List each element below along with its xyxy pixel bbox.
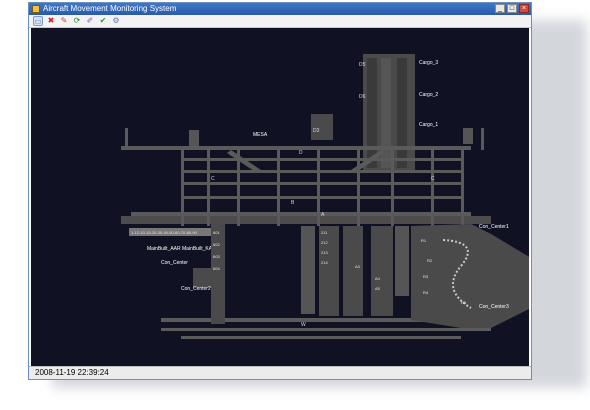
taxiway-b xyxy=(181,196,461,199)
remote-apron xyxy=(411,224,529,328)
stand-604: 604 xyxy=(213,266,220,271)
cargo-label-2: Cargo_2 xyxy=(419,92,438,98)
stand-r5: R5 xyxy=(461,300,467,305)
taxiway-w2 xyxy=(161,328,491,331)
taxiway-c2 xyxy=(181,182,461,185)
con-center3-label: Con_Center3 xyxy=(479,304,509,310)
stand-r4: R4 xyxy=(423,290,429,295)
main-building-label: MainBuilt_AAR MainBuilt_KAL xyxy=(147,246,215,252)
cargo-stand-d5: D5 xyxy=(359,62,366,68)
con-center2-label: Con_Center2 xyxy=(181,286,211,292)
taxiway-label-b: B xyxy=(291,200,295,206)
stand-r1: R1 xyxy=(421,238,427,243)
taxiway-label-d: D xyxy=(299,150,303,156)
taxiway-d xyxy=(121,146,471,150)
cargo-label-1: Cargo_1 xyxy=(419,122,438,128)
left-pier xyxy=(193,268,211,288)
maximize-button[interactable]: □ xyxy=(507,4,517,13)
apron-band xyxy=(121,216,491,224)
airport-map-svg: Cargo_3 Cargo_2 Cargo_1 D5 D6 D3 MESA D … xyxy=(121,54,529,339)
taxiway-label-c2: C xyxy=(431,176,435,182)
edit-icon[interactable]: ✐ xyxy=(85,16,95,26)
airport-map[interactable]: Cargo_3 Cargo_2 Cargo_1 D5 D6 D3 MESA D … xyxy=(31,28,529,366)
toolbar: ▭ ✖ ✎ ⟳ ✐ ✔ ⚙ xyxy=(29,15,531,28)
apron-d-label: D3 xyxy=(313,128,320,134)
right-stub xyxy=(463,128,473,144)
close-button[interactable]: × xyxy=(519,4,529,13)
stand-a3: A3 xyxy=(355,264,361,269)
taxiway-label-w: W xyxy=(301,322,306,328)
taxiway-r xyxy=(181,336,461,339)
cargo-stand-d6: D6 xyxy=(359,94,366,100)
main-window: Aircraft Movement Monitoring System _ □ … xyxy=(28,2,532,380)
taxiway-c xyxy=(181,170,461,173)
con-center1-label: Con_Center1 xyxy=(479,224,509,230)
taxiway-label-c: C xyxy=(211,176,215,182)
stop-icon[interactable]: ✖ xyxy=(46,16,56,26)
confirm-icon[interactable]: ✔ xyxy=(98,16,108,26)
status-bar: 2008-11-19 22:39:24 xyxy=(29,366,531,379)
stand-603: 603 xyxy=(213,254,220,259)
central-pier-5 xyxy=(395,226,409,296)
stand-602: 602 xyxy=(213,242,220,247)
stand-213: 213 xyxy=(321,250,328,255)
left-terminal xyxy=(211,224,225,324)
app-icon xyxy=(32,5,40,13)
cargo-label-3: Cargo_3 xyxy=(419,60,438,66)
stand-601: 601 xyxy=(213,230,220,235)
mesa-label: MESA xyxy=(253,132,268,138)
refresh-icon[interactable]: ⟳ xyxy=(72,16,82,26)
stand-r3: R3 xyxy=(423,274,429,279)
stand-a5: A5 xyxy=(375,286,381,291)
apron-d xyxy=(311,114,333,140)
left-stub xyxy=(189,130,199,146)
stand-a4: A4 xyxy=(375,276,381,281)
central-pier-4 xyxy=(371,226,393,316)
title-bar[interactable]: Aircraft Movement Monitoring System _ □ … xyxy=(29,3,531,15)
con-center-label: Con_Center xyxy=(161,260,188,266)
diag-taxiway-1 xyxy=(227,150,261,173)
window-title: Aircraft Movement Monitoring System xyxy=(43,4,177,13)
taxiway-d2 xyxy=(181,158,461,161)
stand-r2: R2 xyxy=(427,258,433,263)
status-timestamp: 2008-11-19 22:39:24 xyxy=(35,368,109,377)
map-view-icon[interactable]: ▭ xyxy=(33,16,43,26)
delete-icon[interactable]: ✎ xyxy=(59,16,69,26)
settings-icon[interactable]: ⚙ xyxy=(111,16,121,26)
minimize-button[interactable]: _ xyxy=(495,4,505,13)
stand-212: 212 xyxy=(321,240,328,245)
central-pier-1 xyxy=(301,226,315,314)
stand-211: 211 xyxy=(321,230,328,235)
hangar-strip-text: 1-12-10-15-20-30-40-50-60-70-80-90 xyxy=(131,230,198,235)
cargo-stands-col1 xyxy=(367,58,377,168)
central-pier-3 xyxy=(343,226,363,316)
cargo-stands-col3 xyxy=(397,58,407,168)
stand-214: 214 xyxy=(321,260,328,265)
